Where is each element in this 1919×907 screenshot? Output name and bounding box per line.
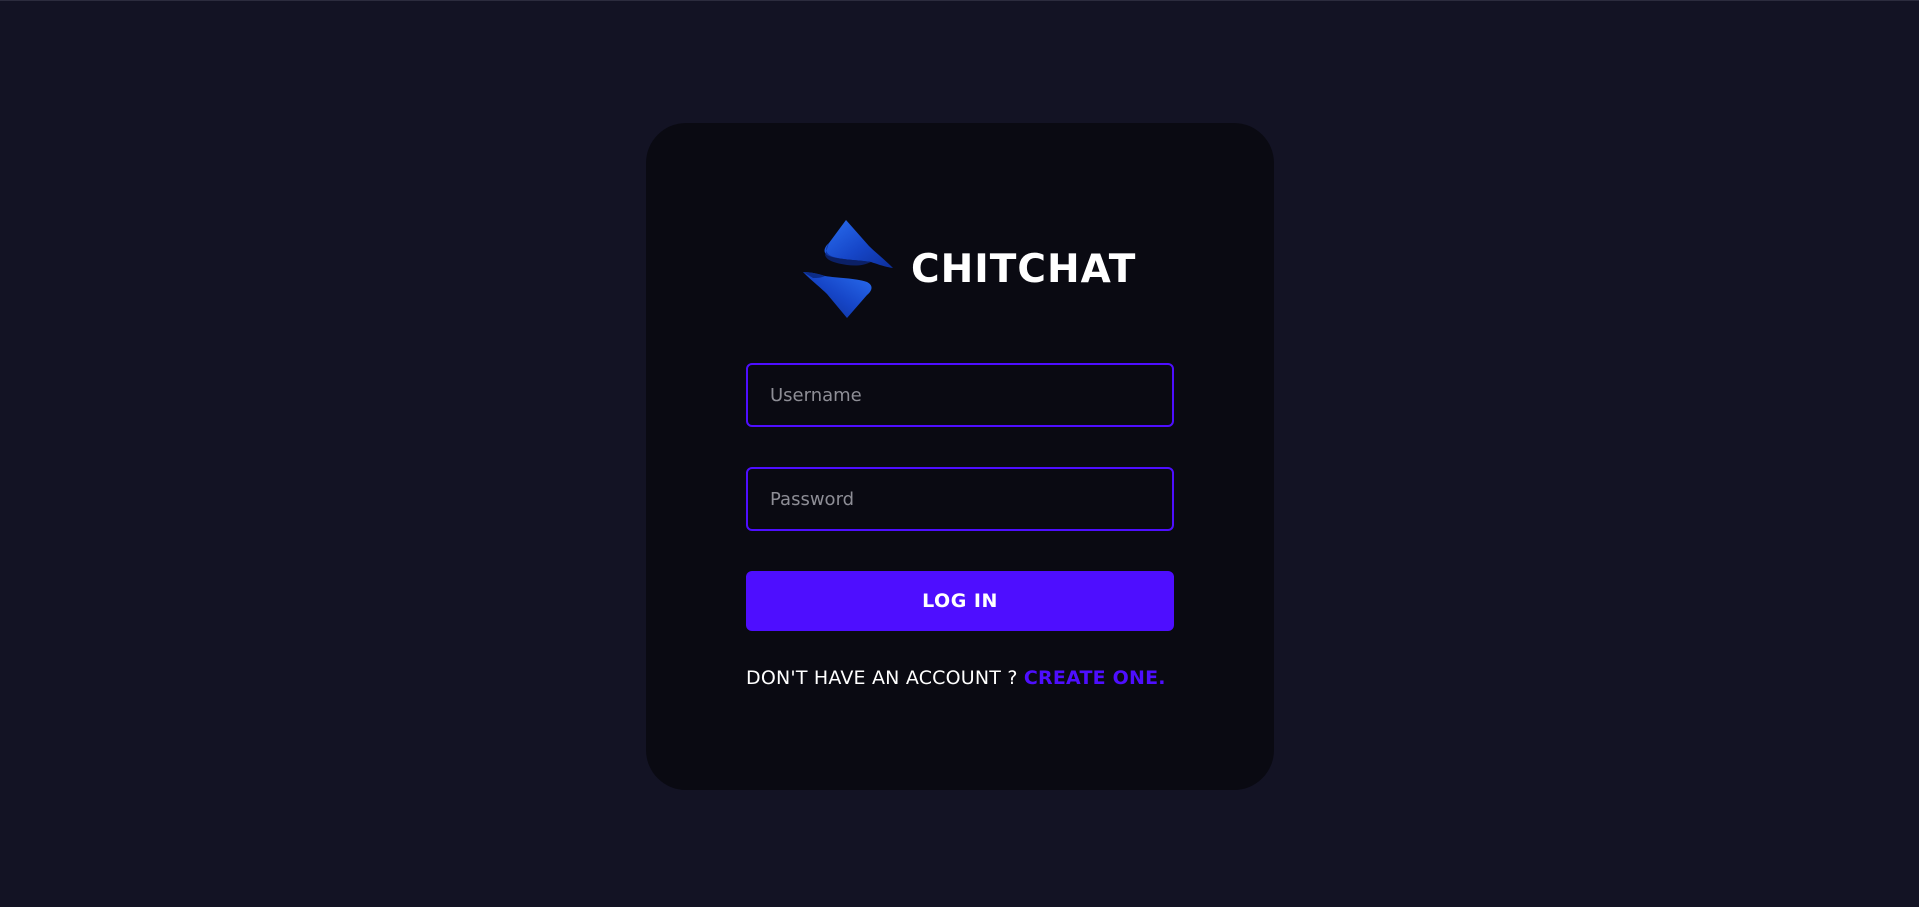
- top-border: [0, 0, 1919, 1]
- signup-prompt-text: DON'T HAVE AN ACCOUNT ?: [746, 667, 1018, 689]
- brand-header: CHITCHAT: [801, 220, 1136, 318]
- username-input[interactable]: [746, 363, 1174, 427]
- login-card: CHITCHAT LOG IN DON'T HAVE AN ACCOUNT ? …: [646, 123, 1274, 790]
- brand-name: CHITCHAT: [911, 246, 1137, 292]
- password-input[interactable]: [746, 467, 1174, 531]
- create-account-link[interactable]: CREATE ONE.: [1024, 667, 1166, 689]
- login-button[interactable]: LOG IN: [746, 571, 1174, 631]
- signup-prompt-row: DON'T HAVE AN ACCOUNT ? CREATE ONE.: [746, 667, 1174, 689]
- chitchat-logo-icon: [803, 220, 893, 318]
